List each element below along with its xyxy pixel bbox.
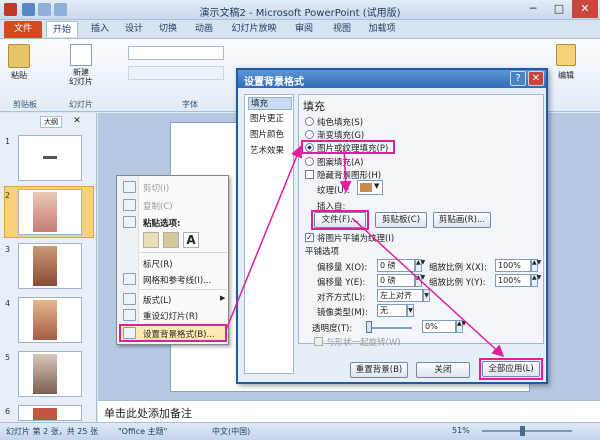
arrow-to-file-button	[339, 147, 352, 193]
arrow-to-picture-fill	[225, 145, 303, 331]
arrow-to-apply-all	[351, 217, 505, 358]
annotation-arrows	[225, 145, 505, 358]
